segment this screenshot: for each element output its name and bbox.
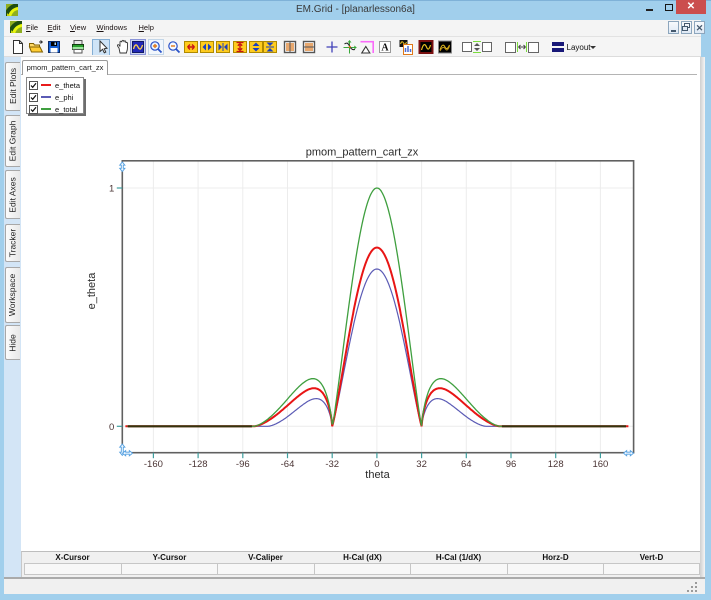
svg-text:-64: -64 (281, 459, 295, 470)
svg-text:0: 0 (109, 422, 114, 433)
svg-text:-160: -160 (144, 459, 163, 470)
svg-text:96: 96 (506, 459, 517, 470)
svg-text:160: 160 (592, 459, 608, 470)
svg-text:pmom_pattern_cart_zx: pmom_pattern_cart_zx (306, 147, 419, 159)
svg-text:1: 1 (109, 184, 114, 195)
svg-text:theta: theta (365, 469, 390, 481)
svg-text:e_theta: e_theta (86, 272, 98, 310)
svg-text:128: 128 (548, 459, 564, 470)
svg-text:-32: -32 (325, 459, 339, 470)
svg-text:-96: -96 (236, 459, 250, 470)
svg-text:-128: -128 (189, 459, 208, 470)
svg-text:64: 64 (461, 459, 472, 470)
svg-text:32: 32 (416, 459, 427, 470)
